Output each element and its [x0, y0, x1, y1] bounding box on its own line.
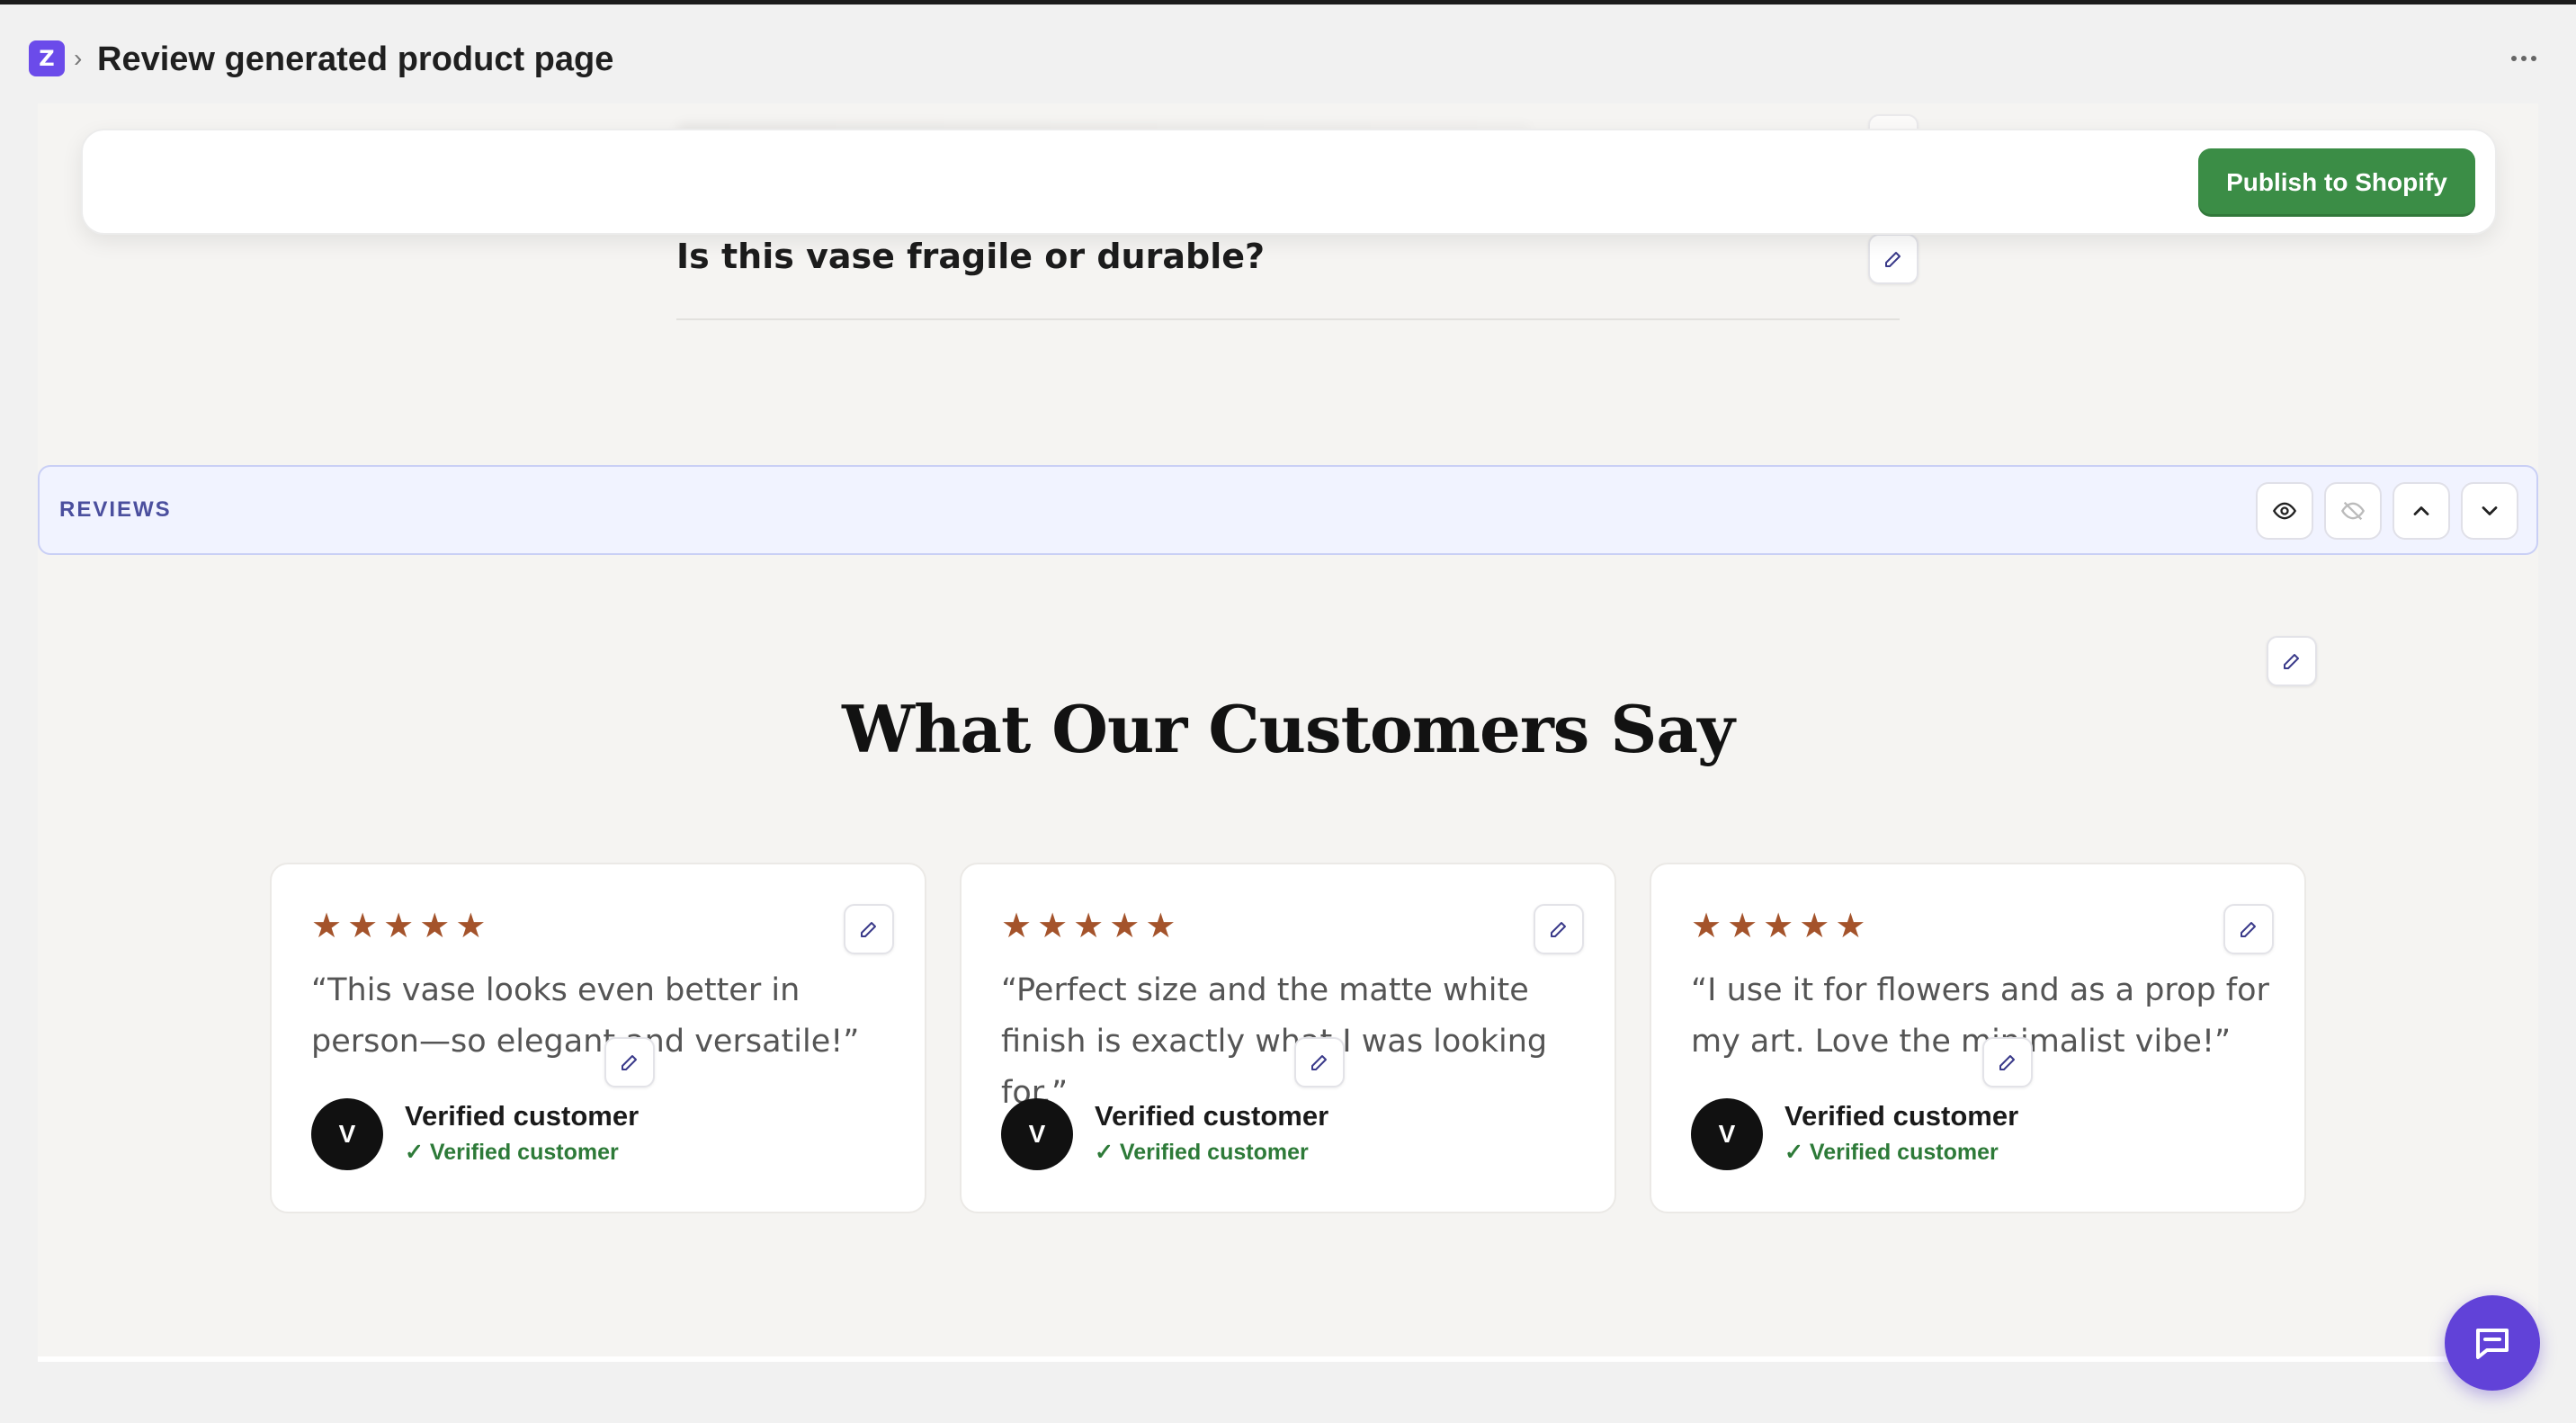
dot-icon	[2511, 56, 2517, 61]
star-icon: ★	[311, 908, 343, 945]
breadcrumb-separator: ›	[74, 44, 83, 72]
star-icon: ★	[1109, 908, 1140, 945]
review-edit-button[interactable]	[844, 904, 894, 954]
review-card: ★ ★ ★ ★ ★ “Perfect size and the matte white …	[960, 863, 1616, 1213]
review-quote[interactable]: “This vase looks even better in person—s…	[311, 965, 896, 1068]
star-icon: ★	[1037, 908, 1069, 945]
more-options-button[interactable]	[2500, 39, 2547, 78]
star-icon: ★	[1073, 908, 1105, 945]
heading-edit-button[interactable]	[2267, 636, 2317, 686]
page-title: Review generated product page	[97, 40, 614, 78]
dot-icon	[2521, 56, 2527, 61]
star-icon: ★	[1727, 908, 1758, 945]
star-icon: ★	[1691, 908, 1722, 945]
pencil-icon	[1885, 252, 1901, 267]
move-section-up-button[interactable]	[2393, 482, 2450, 540]
star-icon: ★	[1763, 908, 1794, 945]
star-rating: ★ ★ ★ ★ ★	[311, 909, 486, 944]
publish-bar: Publish to Shopify	[81, 129, 2497, 235]
avatar: V	[311, 1098, 383, 1170]
pencil-icon	[1551, 922, 1566, 937]
star-icon: ★	[1835, 908, 1866, 945]
faq-question[interactable]: Is this vase fragile or durable?	[676, 237, 1265, 276]
star-icon: ★	[419, 908, 451, 945]
review-edit-button[interactable]	[2223, 904, 2274, 954]
star-icon: ★	[347, 908, 379, 945]
hide-section-button[interactable]	[2324, 482, 2382, 540]
verified-badge: ✓ Verified customer	[405, 1140, 619, 1165]
star-rating: ★ ★ ★ ★ ★	[1001, 909, 1176, 944]
pencil-icon	[622, 1055, 637, 1070]
app-header: Z › Review generated product page	[0, 4, 2576, 103]
show-section-button[interactable]	[2256, 482, 2313, 540]
pencil-icon	[2284, 654, 2299, 669]
pencil-icon	[861, 922, 876, 937]
pencil-icon	[2241, 922, 2256, 937]
pencil-icon	[1999, 1055, 2015, 1070]
reviewer-name: Verified customer	[1095, 1100, 1329, 1132]
verified-badge: ✓ Verified customer	[1784, 1140, 1999, 1165]
chat-launcher-button[interactable]	[2445, 1295, 2540, 1391]
canvas-bottom-edge	[38, 1356, 2538, 1362]
faq-divider	[676, 318, 1900, 320]
app-logo[interactable]: Z	[29, 40, 65, 76]
publish-to-shopify-button[interactable]: Publish to Shopify	[2198, 148, 2475, 217]
dot-icon	[2531, 56, 2536, 61]
review-card: ★ ★ ★ ★ ★ “This vase looks even better in pe…	[270, 863, 926, 1213]
faq-question-edit-button[interactable]	[1868, 234, 1919, 284]
reviews-heading[interactable]: What Our Customers Say	[0, 691, 2576, 767]
chevron-up-icon	[2413, 506, 2429, 515]
chevron-down-icon	[2482, 506, 2498, 515]
quote-edit-button[interactable]	[1982, 1037, 2033, 1087]
verified-badge: ✓ Verified customer	[1095, 1140, 1309, 1165]
avatar: V	[1691, 1098, 1763, 1170]
pencil-icon	[1311, 1055, 1327, 1070]
star-icon: ★	[1145, 908, 1176, 945]
reviewer-name: Verified customer	[405, 1100, 640, 1132]
chat-icon	[2476, 1329, 2509, 1359]
reviews-section-bar[interactable]: REVIEWS	[38, 465, 2538, 555]
star-icon: ★	[455, 908, 487, 945]
quote-edit-button[interactable]	[604, 1037, 655, 1087]
eye-off-icon	[2340, 501, 2366, 521]
star-icon: ★	[1001, 908, 1033, 945]
star-icon: ★	[1799, 908, 1830, 945]
star-rating: ★ ★ ★ ★ ★	[1691, 909, 1865, 944]
move-section-down-button[interactable]	[2461, 482, 2518, 540]
review-quote[interactable]: “Perfect size and the matte white finish…	[1001, 965, 1586, 1119]
review-card: ★ ★ ★ ★ ★ “I use it for flowers and as a pro…	[1650, 863, 2306, 1213]
avatar: V	[1001, 1098, 1073, 1170]
eye-icon	[2272, 502, 2297, 520]
star-icon: ★	[383, 908, 415, 945]
quote-edit-button[interactable]	[1294, 1037, 1345, 1087]
review-edit-button[interactable]	[1534, 904, 1584, 954]
section-label: REVIEWS	[59, 497, 172, 522]
reviewer-name: Verified customer	[1784, 1100, 2019, 1132]
